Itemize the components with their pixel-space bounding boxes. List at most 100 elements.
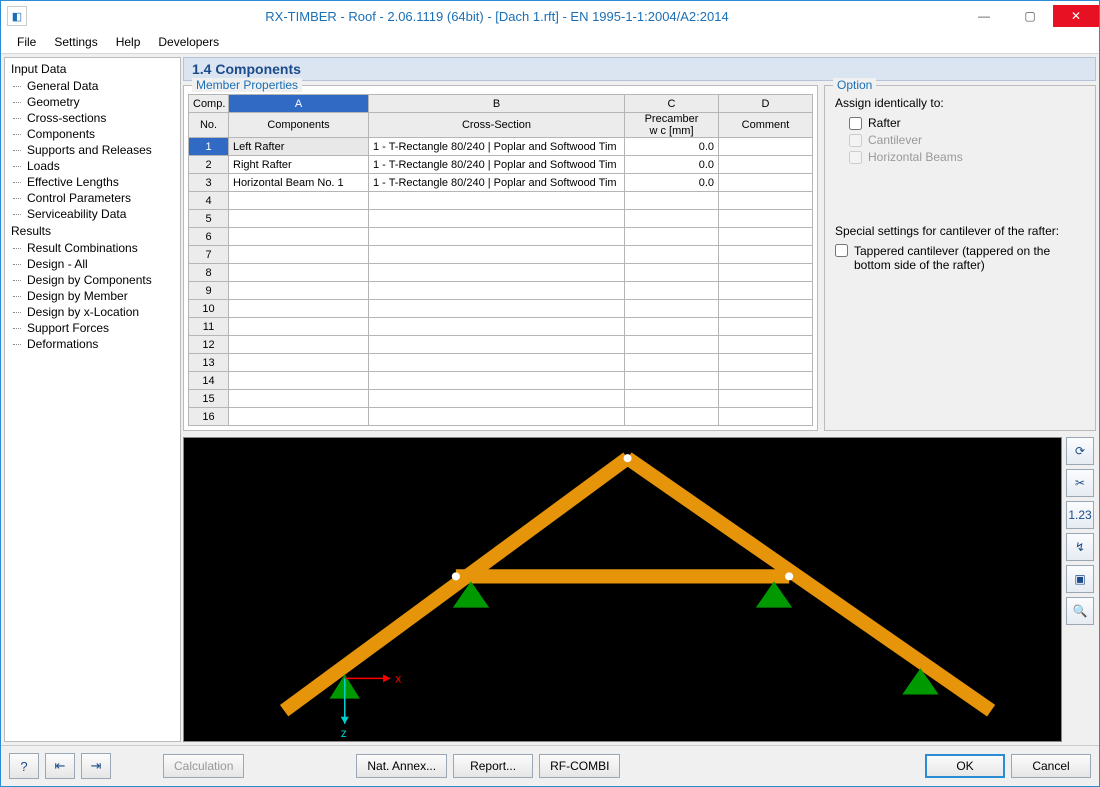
grid-rowhdr[interactable]: 3: [189, 174, 229, 192]
vp-tool-zoom-icon[interactable]: 🔍: [1066, 597, 1094, 625]
grid-cell[interactable]: [229, 192, 369, 210]
grid-rowhdr[interactable]: 16: [189, 408, 229, 426]
grid-cell[interactable]: [625, 354, 719, 372]
grid-cell[interactable]: [719, 156, 813, 174]
grid-cell[interactable]: [719, 282, 813, 300]
vp-tool-pointer-icon[interactable]: ⟳: [1066, 437, 1094, 465]
menu-developers[interactable]: Developers: [150, 33, 227, 51]
grid-rowhdr[interactable]: 1: [189, 138, 229, 156]
grid-cell[interactable]: [369, 228, 625, 246]
grid-cell[interactable]: [625, 228, 719, 246]
grid-cell[interactable]: [369, 210, 625, 228]
grid-cell[interactable]: [719, 372, 813, 390]
chk-rafter[interactable]: Rafter: [849, 116, 1085, 130]
grid-head-C[interactable]: C: [625, 95, 719, 113]
grid-cell[interactable]: [719, 354, 813, 372]
grid-head-D[interactable]: D: [719, 95, 813, 113]
grid-cell[interactable]: [719, 138, 813, 156]
grid-cell[interactable]: [369, 372, 625, 390]
nav-item-eff-lengths[interactable]: Effective Lengths: [5, 174, 180, 190]
grid-cell[interactable]: [625, 264, 719, 282]
vp-tool-values-icon[interactable]: 1.23: [1066, 501, 1094, 529]
grid-cell[interactable]: [229, 210, 369, 228]
grid-rowhdr[interactable]: 12: [189, 336, 229, 354]
nav-group-results[interactable]: Results: [5, 222, 180, 240]
grid-cell[interactable]: [229, 264, 369, 282]
nav-item-design-member[interactable]: Design by Member: [5, 288, 180, 304]
minimize-button[interactable]: —: [961, 5, 1007, 27]
nav-item-control-params[interactable]: Control Parameters: [5, 190, 180, 206]
grid-cell[interactable]: [229, 336, 369, 354]
grid-cell[interactable]: [369, 300, 625, 318]
rf-combi-button[interactable]: RF-COMBI: [539, 754, 620, 778]
grid-cell[interactable]: [625, 336, 719, 354]
vp-tool-axes-icon[interactable]: ↯: [1066, 533, 1094, 561]
grid-cell[interactable]: [719, 228, 813, 246]
grid-cell[interactable]: 1 - T-Rectangle 80/240 | Poplar and Soft…: [369, 138, 625, 156]
grid-rowhdr[interactable]: 5: [189, 210, 229, 228]
report-button[interactable]: Report...: [453, 754, 533, 778]
grid-rowhdr[interactable]: 8: [189, 264, 229, 282]
grid-cell[interactable]: [229, 300, 369, 318]
grid-rowhdr[interactable]: 9: [189, 282, 229, 300]
grid-cell[interactable]: [369, 246, 625, 264]
nav-item-result-combos[interactable]: Result Combinations: [5, 240, 180, 256]
grid-cell[interactable]: [719, 264, 813, 282]
grid-rowhdr[interactable]: 11: [189, 318, 229, 336]
grid-cell[interactable]: [369, 354, 625, 372]
nav-item-design-all[interactable]: Design - All: [5, 256, 180, 272]
grid-cell[interactable]: [625, 408, 719, 426]
grid-rowhdr[interactable]: 10: [189, 300, 229, 318]
nav-item-design-components[interactable]: Design by Components: [5, 272, 180, 288]
vp-tool-cut-icon[interactable]: ✂: [1066, 469, 1094, 497]
nav-item-design-xloc[interactable]: Design by x-Location: [5, 304, 180, 320]
nav-tree[interactable]: Input Data General Data Geometry Cross-s…: [4, 57, 181, 742]
grid-cell[interactable]: [719, 192, 813, 210]
grid-cell[interactable]: [625, 210, 719, 228]
grid-cell[interactable]: [369, 264, 625, 282]
chk-tapered[interactable]: Tappered cantilever (tappered on the bot…: [835, 244, 1085, 272]
grid-rowhdr[interactable]: 13: [189, 354, 229, 372]
cancel-button[interactable]: Cancel: [1011, 754, 1091, 778]
grid-rowhdr[interactable]: 7: [189, 246, 229, 264]
grid-cell[interactable]: [625, 192, 719, 210]
nav-item-loads[interactable]: Loads: [5, 158, 180, 174]
grid-cell[interactable]: Right Rafter: [229, 156, 369, 174]
grid-cell[interactable]: [625, 372, 719, 390]
grid-cell[interactable]: [229, 318, 369, 336]
grid-cell[interactable]: 1 - T-Rectangle 80/240 | Poplar and Soft…: [369, 174, 625, 192]
grid-cell[interactable]: [369, 408, 625, 426]
grid-rowhdr[interactable]: 15: [189, 390, 229, 408]
nav-item-geometry[interactable]: Geometry: [5, 94, 180, 110]
grid-cell[interactable]: 0.0: [625, 174, 719, 192]
help-button[interactable]: ?: [9, 753, 39, 779]
grid-cell[interactable]: [719, 246, 813, 264]
nav-item-support-forces[interactable]: Support Forces: [5, 320, 180, 336]
grid-cell[interactable]: [229, 228, 369, 246]
grid-cell[interactable]: [229, 354, 369, 372]
vp-tool-view-icon[interactable]: ▣: [1066, 565, 1094, 593]
grid-cell[interactable]: 1 - T-Rectangle 80/240 | Poplar and Soft…: [369, 156, 625, 174]
grid-rowhdr[interactable]: 14: [189, 372, 229, 390]
grid-cell[interactable]: [625, 300, 719, 318]
menu-help[interactable]: Help: [108, 33, 149, 51]
grid-cell[interactable]: [625, 390, 719, 408]
grid-cell[interactable]: [369, 282, 625, 300]
close-button[interactable]: ✕: [1053, 5, 1099, 27]
grid-cell[interactable]: Left Rafter: [229, 138, 369, 156]
grid-cell[interactable]: [369, 318, 625, 336]
nat-annex-button[interactable]: Nat. Annex...: [356, 754, 447, 778]
nav-item-general-data[interactable]: General Data: [5, 78, 180, 94]
nav-item-cross-sections[interactable]: Cross-sections: [5, 110, 180, 126]
grid-cell[interactable]: [369, 336, 625, 354]
nav-item-deformations[interactable]: Deformations: [5, 336, 180, 352]
grid-cell[interactable]: 0.0: [625, 156, 719, 174]
grid-cell[interactable]: [229, 390, 369, 408]
maximize-button[interactable]: ▢: [1007, 5, 1053, 27]
grid-cell[interactable]: [625, 246, 719, 264]
grid-rowhdr[interactable]: 6: [189, 228, 229, 246]
grid-cell[interactable]: [625, 282, 719, 300]
grid-cell[interactable]: [719, 210, 813, 228]
nav-group-input[interactable]: Input Data: [5, 60, 180, 78]
menu-file[interactable]: File: [9, 33, 44, 51]
